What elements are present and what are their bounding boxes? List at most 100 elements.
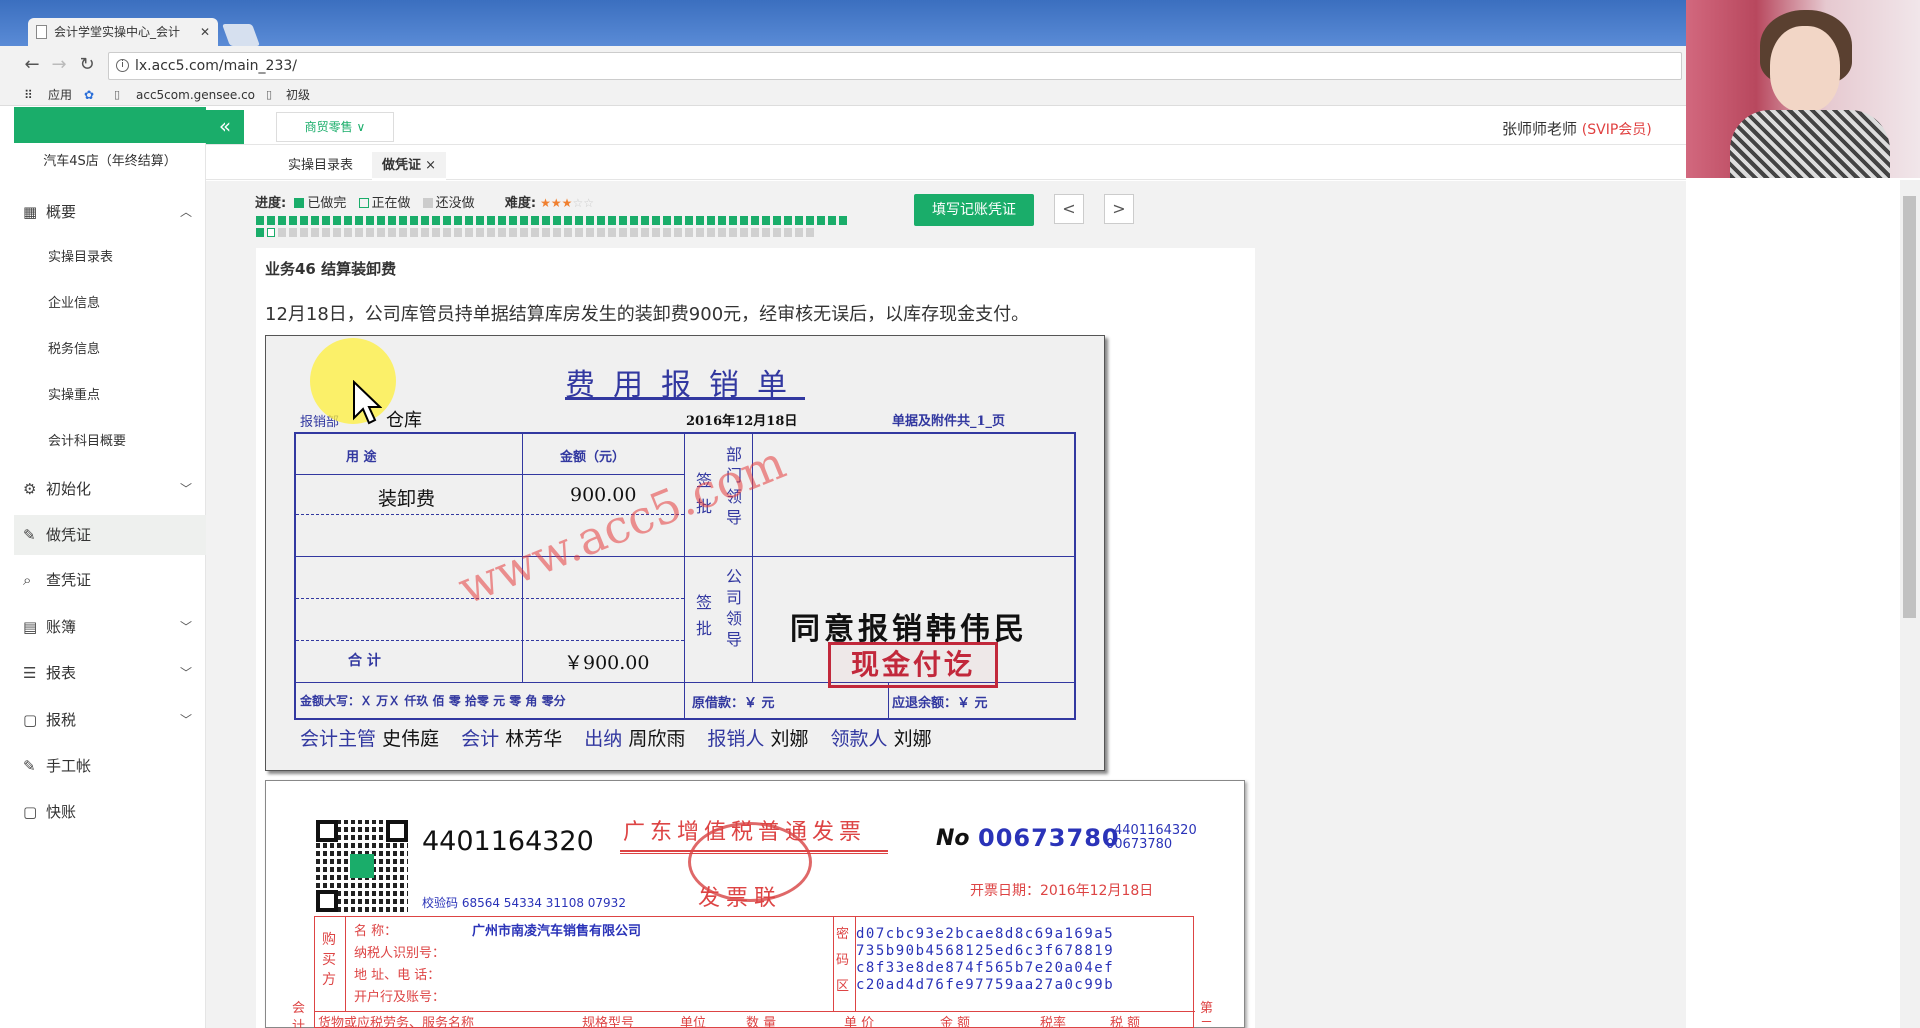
progress-cell[interactable]	[707, 216, 715, 225]
progress-cell[interactable]	[344, 228, 352, 237]
progress-cell[interactable]	[355, 216, 363, 225]
sidebar-item-make-voucher[interactable]: ✎ 做凭证	[14, 515, 206, 555]
progress-cell[interactable]	[696, 228, 704, 237]
progress-cell[interactable]	[652, 216, 660, 225]
sidebar-item-overview[interactable]: ▦ 概要 ︿	[14, 192, 206, 232]
sidebar-item-ledger[interactable]: ▤ 账簿 ﹀	[14, 607, 206, 647]
progress-cell[interactable]	[410, 216, 418, 225]
sidebar-item-tax[interactable]: ▢ 报税 ﹀	[14, 700, 206, 740]
back-icon[interactable]: ←	[21, 54, 43, 76]
progress-cell[interactable]	[509, 216, 517, 225]
progress-cell[interactable]	[773, 228, 781, 237]
progress-cell[interactable]	[685, 216, 693, 225]
user-info[interactable]: 张师师老师 (SVIP会员)	[1502, 118, 1652, 139]
sidebar-item-reports[interactable]: ☰ 报表 ﹀	[14, 653, 206, 693]
progress-cell[interactable]	[388, 228, 396, 237]
progress-cell[interactable]	[377, 216, 385, 225]
address-bar[interactable]: i lx.acc5.com/main_233/	[108, 52, 1682, 80]
bookmark-chuji[interactable]: 初级	[286, 86, 310, 104]
progress-cell[interactable]	[454, 228, 462, 237]
progress-cell[interactable]	[399, 228, 407, 237]
baidu-paw-icon[interactable]: ✿	[84, 86, 94, 104]
progress-cell[interactable]	[509, 228, 517, 237]
progress-cell[interactable]	[729, 228, 737, 237]
progress-cell[interactable]	[751, 216, 759, 225]
progress-cell[interactable]	[311, 228, 319, 237]
progress-cell[interactable]	[707, 228, 715, 237]
progress-cell[interactable]	[597, 216, 605, 225]
progress-cell[interactable]	[454, 216, 462, 225]
progress-cell[interactable]	[718, 216, 726, 225]
sidebar-item-company-info[interactable]: 企业信息	[14, 284, 206, 324]
progress-cell[interactable]	[608, 228, 616, 237]
progress-cell[interactable]	[267, 228, 275, 237]
progress-cell[interactable]	[828, 216, 836, 225]
progress-cell[interactable]	[531, 216, 539, 225]
progress-cell[interactable]	[289, 216, 297, 225]
progress-cell[interactable]	[443, 216, 451, 225]
progress-cell[interactable]	[520, 216, 528, 225]
progress-cell[interactable]	[641, 216, 649, 225]
progress-cell[interactable]	[498, 228, 506, 237]
tab-close-icon[interactable]: ✕	[200, 18, 210, 46]
progress-cell[interactable]	[333, 216, 341, 225]
progress-cell[interactable]	[685, 228, 693, 237]
reload-icon[interactable]: ↻	[76, 54, 98, 76]
progress-cell[interactable]	[663, 216, 671, 225]
progress-cell[interactable]	[795, 228, 803, 237]
progress-cell[interactable]	[432, 216, 440, 225]
shop-type-dropdown[interactable]: 商贸零售 ∨	[276, 112, 394, 142]
sidebar-item-init[interactable]: ⚙ 初始化 ﹀	[14, 469, 206, 509]
progress-cell[interactable]	[410, 228, 418, 237]
progress-cell[interactable]	[784, 216, 792, 225]
progress-cell[interactable]	[740, 216, 748, 225]
progress-cell[interactable]	[443, 228, 451, 237]
progress-cell[interactable]	[366, 228, 374, 237]
progress-cell[interactable]	[575, 216, 583, 225]
progress-cell[interactable]	[696, 216, 704, 225]
apps-icon[interactable]: ⠿	[24, 86, 33, 104]
sidebar-item-key-points[interactable]: 实操重点	[14, 376, 206, 416]
progress-cell[interactable]	[762, 228, 770, 237]
progress-cell[interactable]	[322, 216, 330, 225]
progress-cell[interactable]	[751, 228, 759, 237]
progress-cell[interactable]	[498, 216, 506, 225]
site-info-icon[interactable]: i	[116, 59, 129, 72]
progress-cell[interactable]	[586, 228, 594, 237]
progress-cell[interactable]	[278, 228, 286, 237]
sidebar-item-manual[interactable]: ✎ 手工帐	[14, 746, 206, 786]
scrollbar-thumb[interactable]	[1903, 196, 1916, 618]
progress-cell[interactable]	[487, 228, 495, 237]
tab-make-voucher[interactable]: 做凭证 ×	[372, 152, 447, 180]
progress-cell[interactable]	[575, 228, 583, 237]
progress-cell[interactable]	[344, 216, 352, 225]
progress-cell[interactable]	[355, 228, 363, 237]
progress-cell[interactable]	[553, 228, 561, 237]
progress-cell[interactable]	[278, 216, 286, 225]
progress-cell[interactable]	[487, 216, 495, 225]
progress-cell[interactable]	[553, 216, 561, 225]
progress-cell[interactable]	[421, 228, 429, 237]
progress-cell[interactable]	[839, 216, 847, 225]
progress-cell[interactable]	[641, 228, 649, 237]
progress-cell[interactable]	[773, 216, 781, 225]
progress-cell[interactable]	[674, 228, 682, 237]
progress-cell[interactable]	[619, 228, 627, 237]
progress-cell[interactable]	[663, 228, 671, 237]
progress-cell[interactable]	[465, 228, 473, 237]
progress-cell[interactable]	[784, 228, 792, 237]
sidebar-item-tax-info[interactable]: 税务信息	[14, 330, 206, 370]
progress-cell[interactable]	[476, 216, 484, 225]
progress-cell[interactable]	[421, 216, 429, 225]
forward-icon[interactable]: →	[48, 54, 70, 76]
progress-cell[interactable]	[300, 216, 308, 225]
progress-cell[interactable]	[366, 216, 374, 225]
progress-cell[interactable]	[311, 216, 319, 225]
progress-cell[interactable]	[608, 216, 616, 225]
progress-cell[interactable]	[619, 216, 627, 225]
progress-cell[interactable]	[542, 216, 550, 225]
progress-cell[interactable]	[388, 216, 396, 225]
progress-cell[interactable]	[597, 228, 605, 237]
progress-cell[interactable]	[322, 228, 330, 237]
progress-cell[interactable]	[465, 216, 473, 225]
